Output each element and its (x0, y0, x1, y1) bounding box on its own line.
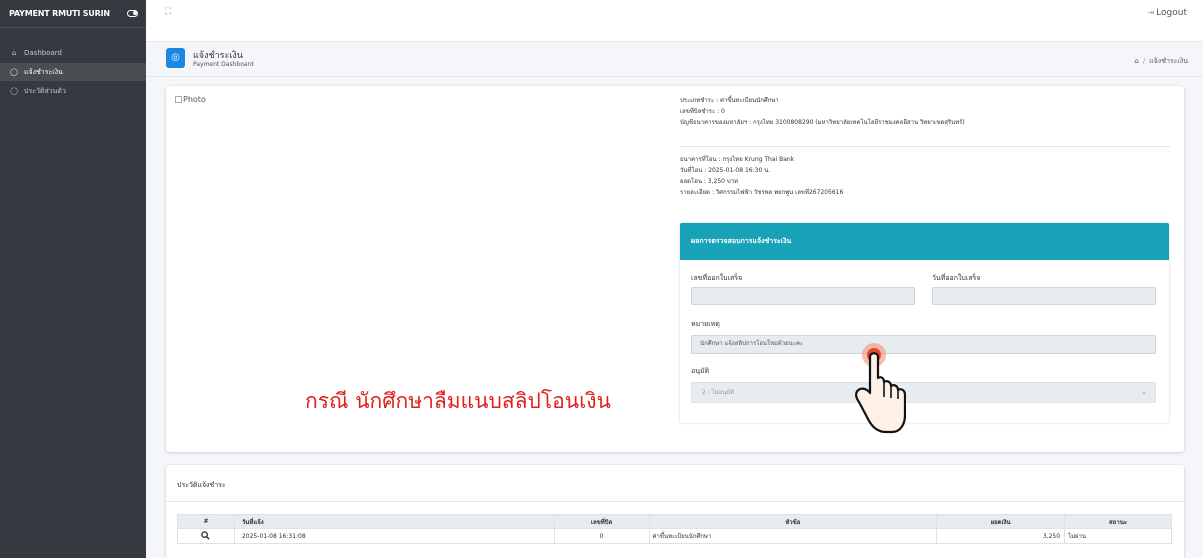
home-icon: ⌂ (11, 49, 17, 57)
page-title: แจ้งชำระเงิน (193, 51, 243, 61)
column-header: หัวข้อ (648, 514, 938, 529)
row-topic: ค่าขึ้นทะเบียนนักศึกษา (648, 528, 938, 544)
history-card: ประวัติแจ้งชำระ # วันที่แจ้ง เลขที่บิล ห… (166, 465, 1184, 558)
breadcrumb: ⌂ / แจ้งชำระเงิน (1134, 56, 1188, 67)
bill-number: เลขที่บิลชำระ : 0 (680, 108, 725, 115)
approve-label: อนุมัติ (691, 367, 710, 375)
content-header: ◎ แจ้งชำระเงิน Payment Dashboard ⌂ / แจ้งช… (146, 42, 1203, 77)
annotation-text: กรณี นักศึกษาลืมแนบสลิปโอนเงิน (305, 389, 611, 413)
breadcrumb-current: แจ้งชำระเงิน (1149, 57, 1188, 65)
brand: PAYMENT RMUTI SURIN (0, 0, 146, 28)
broken-image-icon (175, 96, 182, 103)
sidebar-item-dashboard[interactable]: ⌂ Dashboard (0, 44, 146, 62)
view-search-icon[interactable] (177, 528, 235, 544)
chevron-down-icon: ⌄ (1141, 388, 1147, 396)
brand-title: PAYMENT RMUTI SURIN (9, 9, 110, 18)
status-badge: ไม่ผ่าน (1064, 528, 1172, 544)
payment-info: ประเภทชำระ : ค่าขึ้นทะเบียนนักศึกษา เลขท… (680, 95, 965, 128)
receipt-date-field[interactable] (932, 287, 1156, 305)
slip-photo: Photo (175, 95, 206, 104)
sidebar-item-label: ประวัติส่วนตัว (24, 86, 66, 95)
topbar: ⛶ ⇥ Logout (146, 0, 1203, 42)
receipt-no-label: เลขที่ออกใบเสร็จ (691, 274, 743, 282)
photo-alt: Photo (183, 95, 206, 104)
transfer-bank: ธนาคารที่โอน : กรุงไทย Krung Thai Bank (680, 156, 795, 163)
sidebar-item-profile[interactable]: ◯ ประวัติส่วนตัว (0, 82, 146, 100)
transfer-info: ธนาคารที่โอน : กรุงไทย Krung Thai Bank ว… (680, 154, 843, 198)
transfer-date: วันที่โอน : 2025-01-08 16:30 น. (680, 167, 771, 174)
history-title: ประวัติแจ้งชำระ (177, 481, 226, 489)
approve-select-value: 2 : ไม่อนุมัติ (702, 389, 735, 396)
row-amount: 3,250 (936, 528, 1066, 544)
table-row: 2025-01-08 16:31:08 0 ค่าขึ้นทะเบียนนักศ… (177, 528, 1172, 544)
logout-icon: ⇥ (1147, 8, 1155, 17)
logout-link[interactable]: ⇥ Logout (1147, 8, 1187, 18)
column-header: # (177, 514, 235, 529)
breadcrumb-separator: / (1142, 57, 1146, 65)
toggle-icon[interactable] (127, 10, 138, 17)
transfer-detail: รายละเอียด : วิศกรรมไฟฟ้า วัชรพล พยกพูน … (680, 189, 844, 196)
verification-card: ผลการตรวจสอบการแจ้งชำระเงิน เลขที่ออกใบเ… (680, 223, 1169, 423)
divider (166, 501, 1184, 502)
sidebar: PAYMENT RMUTI SURIN ⌂ Dashboard ◯ แจ้งชำ… (0, 0, 146, 558)
history-table: # วันที่แจ้ง เลขที่บิล หัวข้อ ยอดเงิน สถ… (177, 514, 1172, 544)
pointing-hand-icon (855, 343, 906, 434)
payment-type: ประเภทชำระ : ค่าขึ้นทะเบียนนักศึกษา (680, 97, 779, 104)
sidebar-menu: ⌂ Dashboard ◯ แจ้งชำระเงิน ◯ ประวัติส่วน… (0, 28, 146, 100)
table-header-row: # วันที่แจ้ง เลขที่บิล หัวข้อ ยอดเงิน สถ… (177, 514, 1172, 529)
receipt-no-field[interactable] (691, 287, 915, 305)
transfer-amount: ยอดโอน : 3,250 บาท (680, 178, 738, 185)
payment-icon: ◎ (166, 48, 185, 68)
receipt-date-label: วันที่ออกใบเสร็จ (932, 274, 981, 282)
note-label: หมายเหตุ (691, 320, 720, 328)
verification-header: ผลการตรวจสอบการแจ้งชำระเงิน (680, 223, 1169, 260)
column-header: สถานะ (1064, 514, 1172, 529)
column-header: เลขที่บิล (553, 514, 650, 529)
shield-icon: ◯ (10, 68, 18, 76)
university-account: บัญชีธนาคารของมหาลัยฯ : กรุงไทย 31008082… (680, 119, 965, 126)
row-date: 2025-01-08 16:31:08 (233, 528, 555, 544)
divider (680, 146, 1170, 147)
column-header: วันที่แจ้ง (233, 514, 555, 529)
search-icon[interactable] (201, 530, 211, 540)
fullscreen-icon[interactable]: ⛶ (165, 7, 171, 17)
shield-icon: ◯ (10, 87, 18, 95)
sidebar-item-label: Dashboard (24, 49, 62, 57)
sidebar-item-label: แจ้งชำระเงิน (24, 67, 63, 76)
note-field[interactable]: นักศึกษา แจ้งสลิปการโอนใหม่ด้วยนะคะ (691, 335, 1156, 354)
sidebar-item-payment[interactable]: ◯ แจ้งชำระเงิน (0, 63, 146, 81)
page-subtitle: Payment Dashboard (193, 61, 254, 68)
home-icon[interactable]: ⌂ (1134, 57, 1138, 65)
row-bill: 0 (553, 528, 650, 544)
approve-select[interactable]: 2 : ไม่อนุมัติ ⌄ (691, 382, 1156, 403)
column-header: ยอดเงิน (936, 514, 1066, 529)
logout-label: Logout (1156, 8, 1187, 18)
